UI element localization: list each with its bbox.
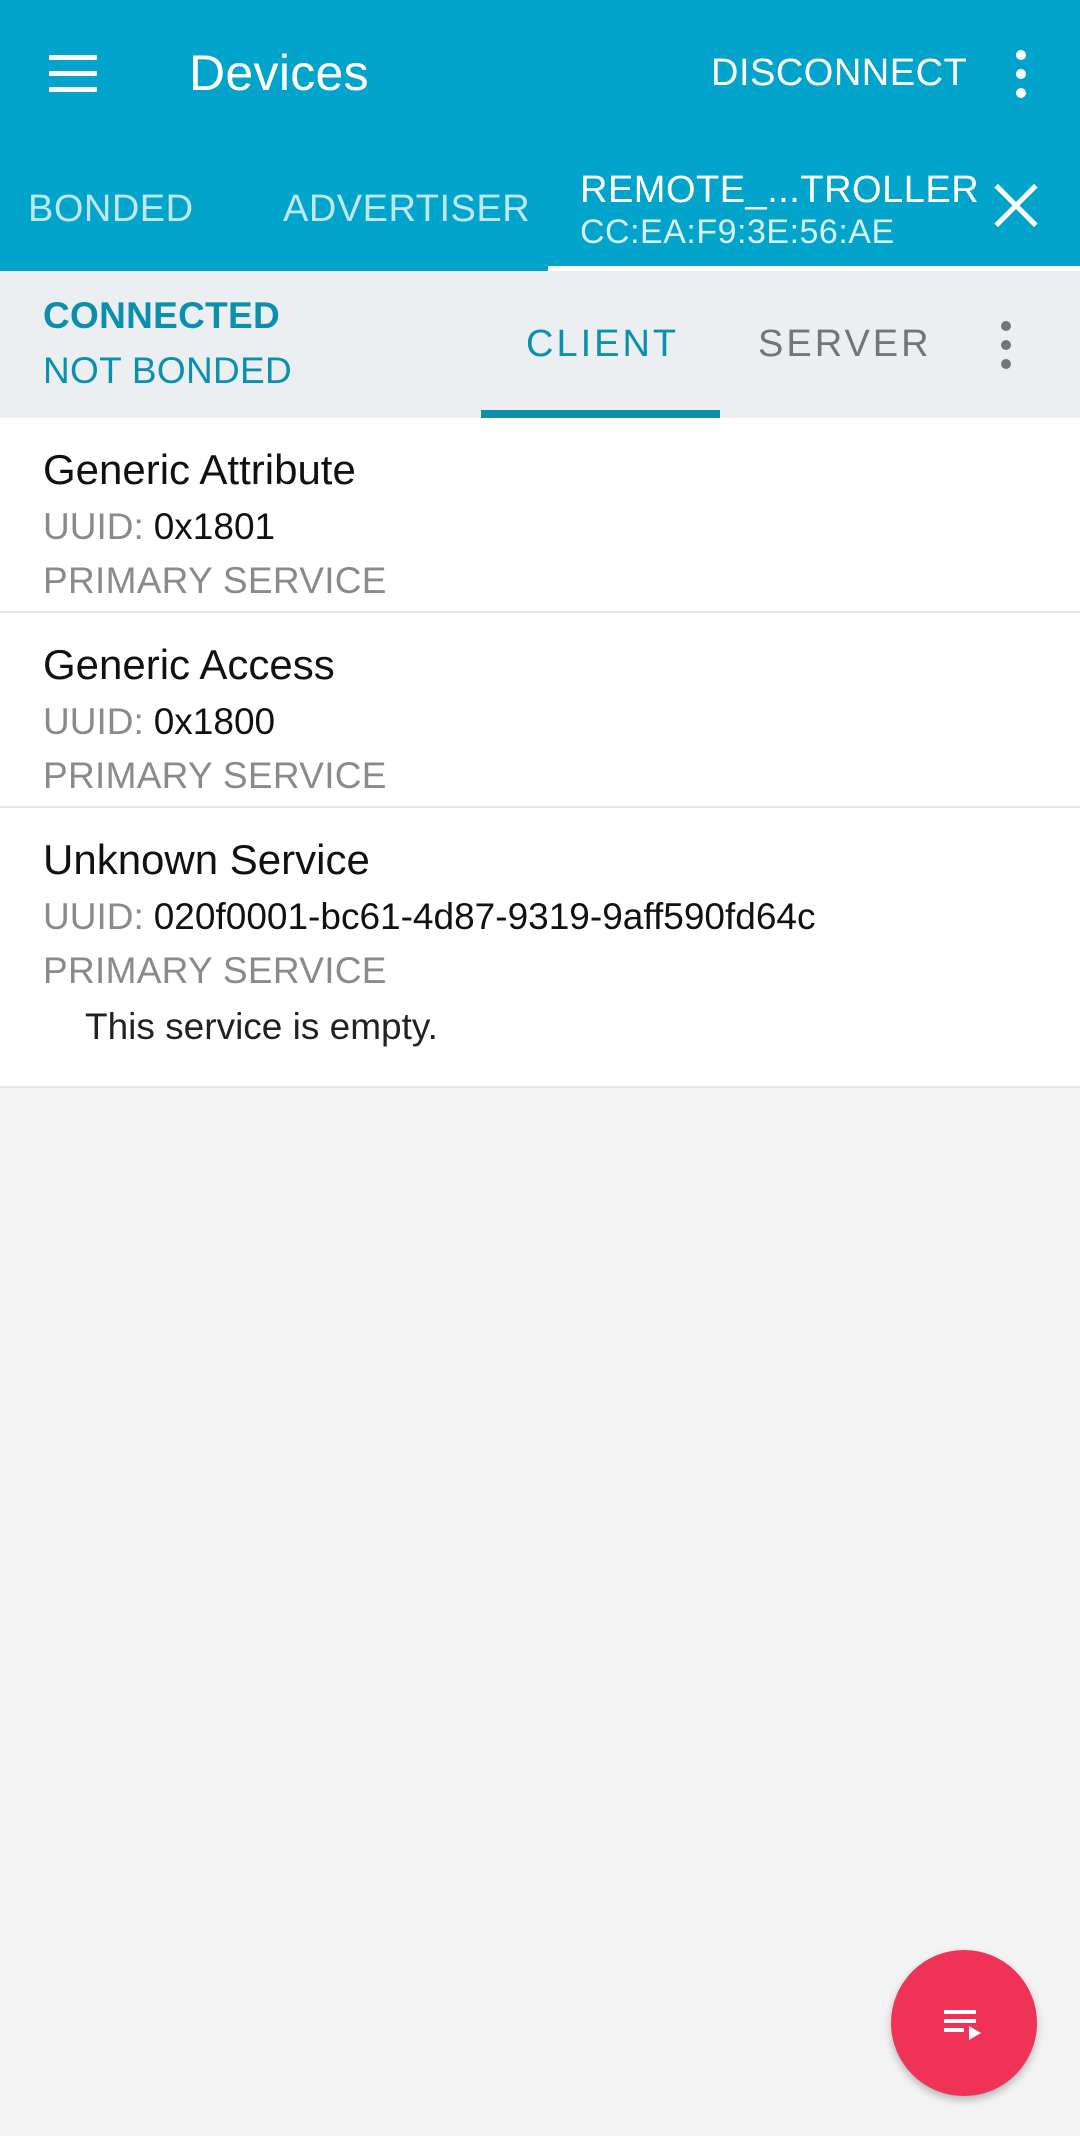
tab-server-label: SERVER [758, 323, 932, 365]
page-title: Devices [189, 45, 369, 101]
bond-status: NOT BONDED [43, 350, 293, 391]
toolbar: Devices DISCONNECT [0, 0, 1080, 145]
uuid-value: 020f0001-bc61-4d87-9319-9aff590fd64c [153, 896, 816, 937]
service-uuid-row: UUID: 020f0001-bc61-4d87-9319-9aff590fd64… [43, 896, 816, 938]
tab-client[interactable]: CLIENT [481, 271, 720, 418]
uuid-value: 0x1801 [153, 506, 276, 547]
uuid-label: UUID: [43, 701, 144, 742]
service-list: Generic Attribute UUID: 0x1801 PRIMARY SE… [0, 418, 1080, 1088]
app-bar: Devices DISCONNECT BONDED ADVERTISER REM… [0, 0, 1080, 272]
device-address: CC:EA:F9:3E:56:AE [580, 213, 895, 251]
tab-advertiser-label: ADVERTISER [283, 188, 531, 230]
service-type: PRIMARY SERVICE [43, 950, 387, 991]
disconnect-button[interactable]: DISCONNECT [711, 52, 967, 95]
list-item[interactable]: Unknown Service UUID: 020f0001-bc61-4d87-… [0, 808, 1080, 1088]
list-item[interactable]: Generic Access UUID: 0x1800 PRIMARY SERVI… [0, 613, 1080, 808]
device-tabs: BONDED ADVERTISER REMOTE_...TROLLER CC:E… [0, 145, 1080, 271]
connection-bar: CONNECTED NOT BONDED CLIENT SERVER [0, 271, 1080, 418]
service-name: Generic Access [43, 641, 335, 688]
hamburger-menu-icon[interactable] [38, 38, 108, 108]
subtab-indicator [481, 410, 720, 418]
service-name: Generic Attribute [43, 446, 356, 493]
uuid-label: UUID: [43, 506, 144, 547]
tab-client-label: CLIENT [526, 323, 680, 365]
more-vert-icon[interactable] [1001, 40, 1041, 108]
close-icon[interactable] [990, 180, 1042, 232]
log-fab-button[interactable] [891, 1950, 1037, 2096]
more-vert-icon[interactable] [984, 315, 1028, 375]
service-type: PRIMARY SERVICE [43, 560, 387, 601]
device-name: REMOTE_...TROLLER [580, 169, 980, 211]
tab-advertiser[interactable]: ADVERTISER [240, 145, 540, 271]
service-name: Unknown Service [43, 836, 370, 883]
service-type: PRIMARY SERVICE [43, 755, 387, 796]
tab-bonded-label: BONDED [28, 188, 194, 230]
tab-server[interactable]: SERVER [730, 271, 950, 418]
uuid-value: 0x1800 [153, 701, 276, 742]
tab-bonded[interactable]: BONDED [0, 145, 220, 271]
service-uuid-row: UUID: 0x1800 [43, 701, 275, 743]
service-uuid-row: UUID: 0x1801 [43, 506, 275, 548]
empty-service-note: This service is empty. [85, 1006, 438, 1047]
connection-status: CONNECTED [43, 295, 281, 336]
list-item[interactable]: Generic Attribute UUID: 0x1801 PRIMARY SE… [0, 418, 1080, 613]
playlist-play-icon [944, 2010, 981, 2040]
uuid-label: UUID: [43, 896, 144, 937]
